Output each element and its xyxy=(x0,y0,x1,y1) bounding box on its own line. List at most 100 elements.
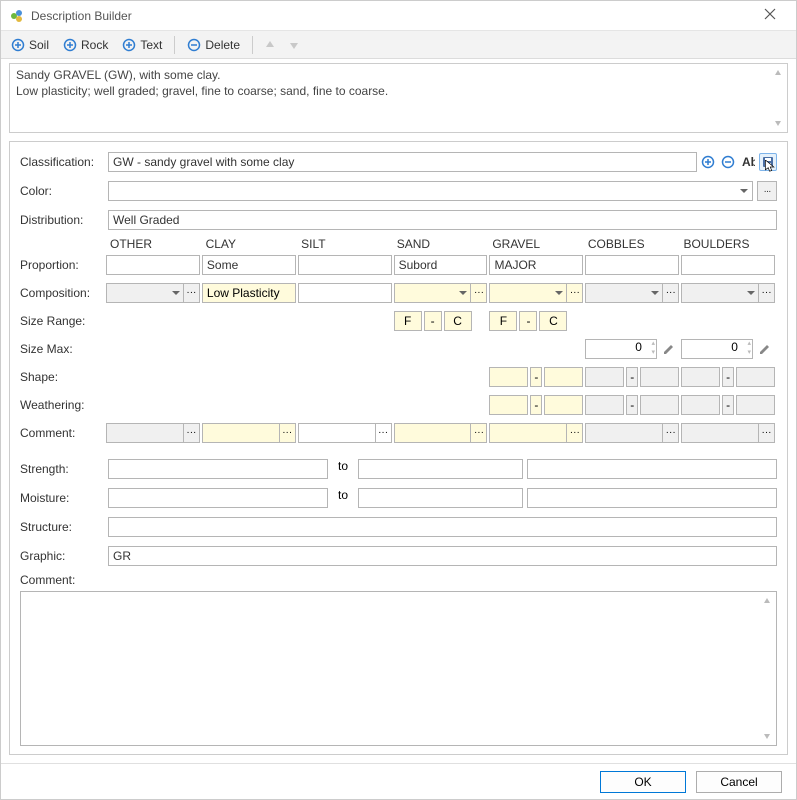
composition-gravel[interactable]: ··· xyxy=(489,283,583,303)
moisture-label: Moisture: xyxy=(20,491,108,505)
weathering-gravel-to[interactable] xyxy=(544,395,583,415)
strength-label: Strength: xyxy=(20,462,108,476)
delete-button[interactable]: Delete xyxy=(181,34,246,56)
comment-sand[interactable]: ··· xyxy=(394,423,488,443)
proportion-label: Proportion: xyxy=(20,258,106,272)
structure-input[interactable] xyxy=(108,517,777,537)
soil-button[interactable]: Soil xyxy=(5,34,55,56)
shape-boulders-from[interactable] xyxy=(681,367,720,387)
sizemax-cobbles[interactable]: 0 xyxy=(585,339,657,359)
comment-other[interactable]: ··· xyxy=(106,423,200,443)
shape-label: Shape: xyxy=(20,370,106,384)
sizerange-gravel-to[interactable] xyxy=(539,311,567,331)
weathering-gravel-from[interactable] xyxy=(489,395,528,415)
close-button[interactable] xyxy=(752,8,788,23)
comment-scroll-down[interactable] xyxy=(760,729,774,743)
rock-label: Rock xyxy=(81,38,108,52)
comment-boulders[interactable]: ··· xyxy=(681,423,775,443)
move-up-button[interactable] xyxy=(259,34,281,56)
pencil-icon[interactable] xyxy=(755,339,775,359)
comment-gravel[interactable]: ··· xyxy=(489,423,583,443)
shape-gravel-from[interactable] xyxy=(489,367,528,387)
shape-boulders-to[interactable] xyxy=(736,367,775,387)
add-classification-icon[interactable] xyxy=(699,153,717,171)
moisture-from[interactable] xyxy=(108,488,328,508)
proportion-other[interactable] xyxy=(106,255,200,275)
moisture-to[interactable] xyxy=(358,488,523,508)
shape-cobbles-from[interactable] xyxy=(585,367,624,387)
text-format-icon[interactable]: Ab xyxy=(739,153,757,171)
comment-scroll-up[interactable] xyxy=(760,594,774,608)
composition-cobbles[interactable]: ··· xyxy=(585,283,679,303)
col-gravel: GRAVEL xyxy=(490,237,584,251)
to-label: to xyxy=(332,459,354,479)
composition-other[interactable]: ··· xyxy=(106,283,200,303)
window-title: Description Builder xyxy=(31,9,752,23)
dash: - xyxy=(519,311,537,331)
pencil-icon[interactable] xyxy=(659,339,679,359)
weathering-cobbles-to[interactable] xyxy=(640,395,679,415)
preview-line-2: Low plasticity; well graded; gravel, fin… xyxy=(16,84,767,100)
classification-input[interactable] xyxy=(108,152,697,172)
rock-button[interactable]: Rock xyxy=(57,34,114,56)
ok-button[interactable]: OK xyxy=(600,771,686,793)
sizerange-sand[interactable]: - xyxy=(394,311,488,331)
sizerange-sand-to[interactable] xyxy=(444,311,472,331)
text-button[interactable]: Text xyxy=(116,34,168,56)
col-clay: CLAY xyxy=(204,237,298,251)
toolbar-separator xyxy=(252,36,253,54)
comment-cobbles[interactable]: ··· xyxy=(585,423,679,443)
weathering-cobbles-from[interactable] xyxy=(585,395,624,415)
sizerange-sand-from[interactable] xyxy=(394,311,422,331)
composition-sand[interactable]: ··· xyxy=(394,283,488,303)
weathering-boulders-from[interactable] xyxy=(681,395,720,415)
dash: - xyxy=(424,311,442,331)
col-cobbles: COBBLES xyxy=(586,237,680,251)
strength-from[interactable] xyxy=(108,459,328,479)
proportion-sand[interactable] xyxy=(394,255,488,275)
col-other: OTHER xyxy=(108,237,202,251)
graphic-input[interactable] xyxy=(108,546,777,566)
strength-extra[interactable] xyxy=(527,459,777,479)
proportion-gravel[interactable] xyxy=(489,255,583,275)
to-label: to xyxy=(332,488,354,508)
sizerange-gravel-from[interactable] xyxy=(489,311,517,331)
comment-silt[interactable]: ··· xyxy=(298,423,392,443)
composition-boulders[interactable]: ··· xyxy=(681,283,775,303)
composition-silt[interactable] xyxy=(298,283,392,303)
proportion-boulders[interactable] xyxy=(681,255,775,275)
strength-to[interactable] xyxy=(358,459,523,479)
col-boulders: BOULDERS xyxy=(681,237,775,251)
sizerange-gravel[interactable]: - xyxy=(489,311,583,331)
sizemax-boulders[interactable]: 0 xyxy=(681,339,753,359)
shape-cobbles-to[interactable] xyxy=(640,367,679,387)
weathering-boulders-to[interactable] xyxy=(736,395,775,415)
delete-label: Delete xyxy=(205,38,240,52)
proportion-clay[interactable] xyxy=(202,255,296,275)
remove-classification-icon[interactable] xyxy=(719,153,737,171)
weathering-label: Weathering: xyxy=(20,398,106,412)
svg-text:Ab: Ab xyxy=(742,155,755,169)
classification-label: Classification: xyxy=(20,155,108,169)
comment-textarea[interactable] xyxy=(20,591,777,746)
sizemax-label: Size Max: xyxy=(20,342,106,356)
shape-gravel-to[interactable] xyxy=(544,367,583,387)
preview-scroll-up[interactable] xyxy=(771,66,785,80)
comment-clay[interactable]: ··· xyxy=(202,423,296,443)
distribution-input[interactable] xyxy=(108,210,777,230)
composition-clay[interactable]: Low Plasticity xyxy=(202,283,296,303)
cancel-button[interactable]: Cancel xyxy=(696,771,782,793)
color-dropdown[interactable] xyxy=(108,181,753,201)
move-down-button[interactable] xyxy=(283,34,305,56)
col-sand: SAND xyxy=(395,237,489,251)
sizerange-label: Size Range: xyxy=(20,314,106,328)
grid-header: OTHER CLAY SILT SAND GRAVEL COBBLES BOUL… xyxy=(108,237,777,251)
preview-scroll-down[interactable] xyxy=(771,116,785,130)
proportion-silt[interactable] xyxy=(298,255,392,275)
save-classification-icon[interactable] xyxy=(759,153,777,171)
text-label: Text xyxy=(140,38,162,52)
moisture-extra[interactable] xyxy=(527,488,777,508)
proportion-cobbles[interactable] xyxy=(585,255,679,275)
color-more-button[interactable]: ··· xyxy=(757,181,777,201)
structure-label: Structure: xyxy=(20,520,108,534)
